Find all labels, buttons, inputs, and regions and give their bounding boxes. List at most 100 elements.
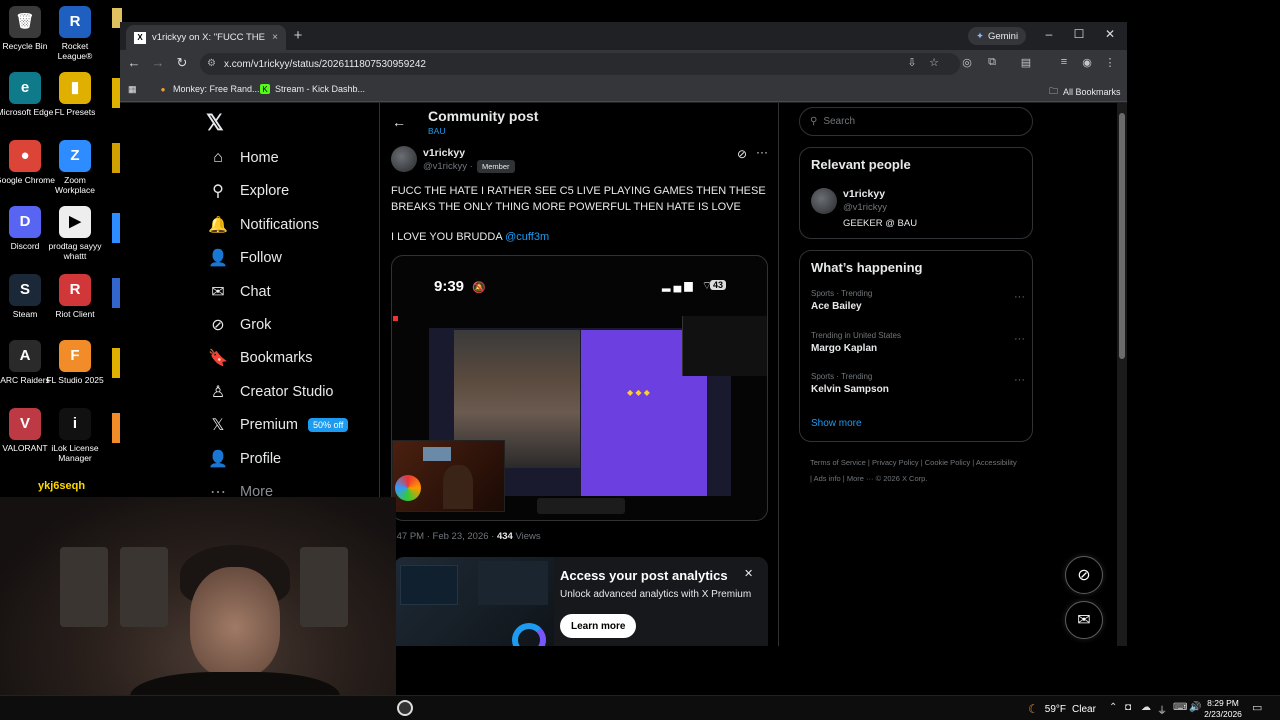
nav-explore[interactable]: ⚲ Explore [208,180,289,202]
mention-link[interactable]: @cuff3m [505,231,549,243]
desktop-icon-riot-client[interactable]: R Riot Client [44,274,106,319]
close-icon[interactable]: ✕ [744,567,753,580]
nav-notifications[interactable]: 🔔 Notifications [208,214,319,236]
search-placeholder: Search [823,116,856,127]
desktop-icon-rocket-league[interactable]: R Rocket League® [44,6,106,61]
back-arrow-icon[interactable]: ← [125,55,143,70]
trend-item[interactable]: Sports · Trending Ace Bailey [811,289,872,312]
desktop: 🗑 Recycle Bin R Rocket League® e Microsoft Ed… [0,0,1280,720]
trend-more-icon[interactable]: ··· [1014,333,1025,345]
messages-fab-icon[interactable]: ✉ [1065,601,1103,639]
tab-active[interactable]: X v1rickyy on X: "FUCC THE HATE × [126,25,286,50]
desktop-icon-label: prodtag sayyy whattt [48,241,102,261]
all-bookmarks[interactable]: 🗀 All Bookmarks [1049,84,1121,100]
grok-icon[interactable]: ⊘ [737,147,747,161]
relevant-name[interactable]: v1rickyy [843,188,885,200]
notification-icon[interactable]: ▭ [1252,701,1262,714]
post-media[interactable]: 9:39 🔕 ▂▄▆ ⌔ 43 ◆ ◆ ◆ [391,255,768,521]
kick-favicon-icon: K [260,84,270,94]
nav-premium[interactable]: 𝕏 Premium 50% off [208,414,349,436]
author-avatar[interactable] [391,146,417,172]
bookmark-monkey[interactable]: ● Monkey: Free Rand... [158,84,260,94]
learn-more-button[interactable]: Learn more [560,614,637,638]
post-text: FUCC THE HATE I RATHER SEE C5 LIVE PLAYI… [391,185,766,213]
relevant-people-title: Relevant people [811,157,911,172]
trend-item[interactable]: Sports · Trending Kelvin Sampson [811,372,889,395]
bookmark-star-icon[interactable]: ☆ [926,56,942,69]
trend-more-icon[interactable]: ··· [1014,374,1025,386]
address-bar[interactable]: ⚙ x.com/v1rickyy/status/2026111807530959… [200,53,960,75]
tab-close-icon[interactable]: × [272,32,278,43]
network-icon[interactable]: ⌨ [1173,702,1187,713]
trend-category: Sports · Trending [811,289,873,298]
gemini-button[interactable]: ✦ Gemini [968,27,1027,45]
apps-grid-icon[interactable]: ▦ [128,84,137,95]
search-input[interactable]: ⚲ Search [799,107,1033,136]
trend-more-icon[interactable]: ··· [1014,291,1025,303]
author-handle[interactable]: @v1rickyy · [423,161,473,172]
new-tab-button[interactable]: + [288,27,308,44]
reload-icon[interactable]: ↻ [173,55,191,71]
relevant-avatar[interactable] [811,188,837,214]
extensions-icon[interactable]: ⧉ [984,56,1000,69]
footer-links[interactable]: Terms of Service | Privacy Policy | Cook… [810,455,1020,487]
profile-icon: 👤 [208,451,228,468]
nav-home[interactable]: ⌂ Home [208,147,279,169]
desktop-icon-ilok-license-manager[interactable]: i iLok License Manager [44,408,106,463]
nav-grok[interactable]: ⊘ Grok [208,314,271,336]
install-app-icon[interactable]: ⇩ [904,56,920,69]
author-name[interactable]: v1rickyy [423,147,465,159]
analytics-upsell: Access your post analytics Unlock advanc… [394,557,768,646]
trend-item[interactable]: Trending in United States Margo Kaplan [811,331,901,354]
phone-time: 9:39 [434,278,465,295]
media-control-icon[interactable]: ≡ [1056,56,1072,68]
side-panel-icon[interactable]: ▤ [1018,56,1034,69]
bookmark-kick[interactable]: K Stream - Kick Dashb... [260,84,365,94]
nav-profile[interactable]: 👤 Profile [208,448,281,470]
nav-follow[interactable]: 👤 Follow [208,247,282,269]
tray-cloud-icon[interactable]: ☁ [1141,702,1151,713]
home-icon: ⌂ [213,149,223,166]
stream-small-cam [392,440,505,512]
desktop-icon-fl-studio-2025[interactable]: F FL Studio 2025 [44,340,106,385]
bookmark-label: Monkey: Free Rand... [173,84,260,94]
bookmarks-icon: 🔖 [208,350,228,367]
desktop-overlay-text: ykj6seqh [36,480,88,492]
extension-puzzle-icon[interactable]: ◎ [959,56,975,69]
desktop-icon-prodtag-sayyy-whattt[interactable]: ▶ prodtag sayyy whattt [44,206,106,261]
grok-fab-icon[interactable]: ⊘ [1065,556,1103,594]
close-window-icon[interactable]: ✕ [1100,27,1120,41]
relevant-handle[interactable]: @v1rickyy [843,202,887,213]
bell-muted-icon: 🔕 [472,282,486,294]
monkey-favicon-icon: ● [160,84,166,94]
community-link[interactable]: BAU [428,126,445,136]
site-info-icon[interactable]: ⚙ [207,58,216,69]
nav-bookmarks[interactable]: 🔖 Bookmarks [208,347,313,369]
nav-chat[interactable]: ✉ Chat [208,281,270,303]
forward-arrow-icon[interactable]: → [149,55,167,70]
scrollbar-thumb[interactable] [1119,113,1125,359]
tray-usb-icon[interactable]: ⏚ [1157,702,1167,717]
post-timestamp[interactable]: :47 PM · Feb 23, 2026 · [394,531,494,542]
desktop-icon-fl-presets[interactable]: ▮ FL Presets [44,72,106,117]
x-favicon-icon: X [134,31,146,44]
app-icon: e [9,72,41,104]
weather-widget[interactable]: ☾ 59°F Clear [1028,702,1096,716]
back-arrow-icon[interactable]: ← [392,114,406,130]
clock[interactable]: 8:29 PM 2/23/2026 [1202,698,1244,720]
nav-creator-studio[interactable]: ♙ Creator Studio [208,381,334,403]
show-more-link[interactable]: Show more [811,418,862,429]
tray-chevron-icon[interactable]: ⌃ [1109,702,1117,713]
x-logo-icon[interactable]: 𝕏 [206,110,224,136]
minimize-icon[interactable]: – [1039,27,1059,41]
browser-menu-icon[interactable]: ⋮ [1102,56,1118,69]
profile-avatar-icon[interactable]: ◉ [1079,56,1095,69]
taskbar-app-icon[interactable] [397,700,413,716]
more-options-icon[interactable]: ··· [756,145,768,159]
tray-app-icon[interactable]: ◘ [1125,702,1131,713]
scrollbar[interactable] [1117,103,1127,646]
volume-icon[interactable]: 🔊 [1189,702,1201,713]
maximize-icon[interactable]: ☐ [1069,27,1089,41]
desktop-icon-zoom-workplace[interactable]: Z Zoom Workplace [44,140,106,195]
analytics-subtitle: Unlock advanced analytics with X Premium [560,589,752,600]
